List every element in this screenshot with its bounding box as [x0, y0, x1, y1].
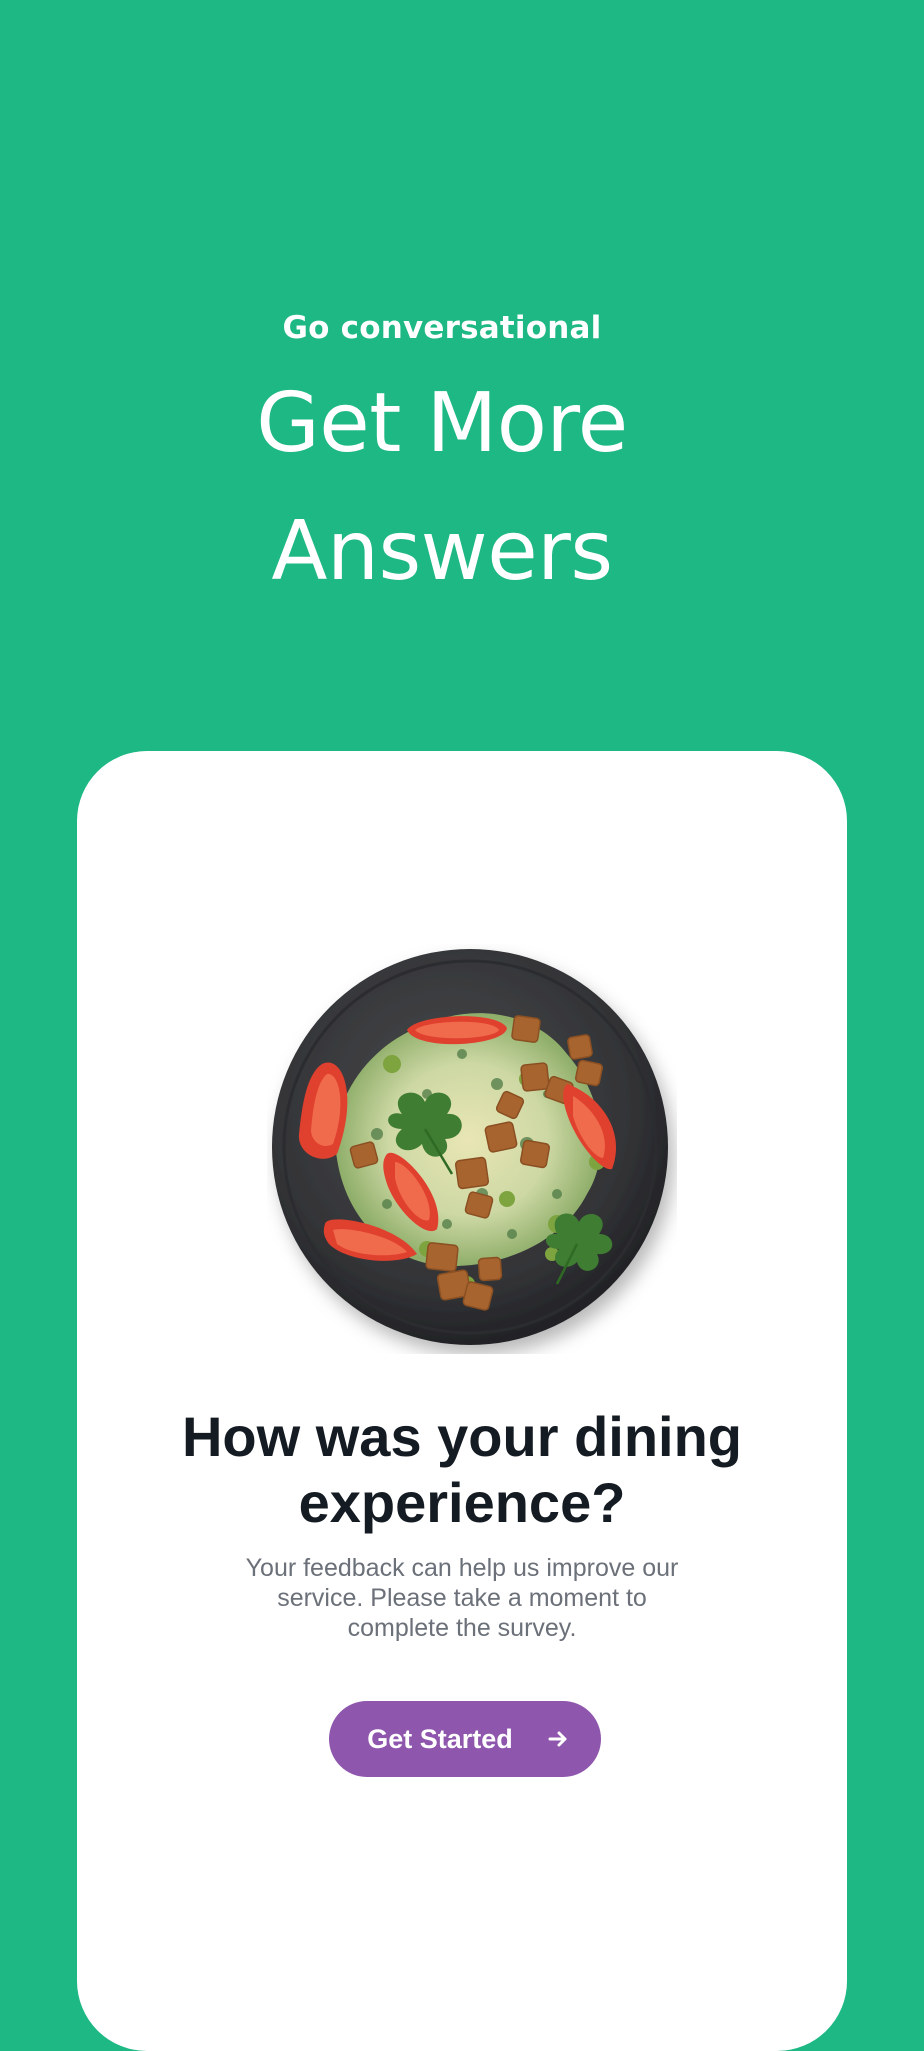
survey-description-line-2: service. Please take a moment to	[277, 1584, 647, 1612]
survey-title: How was your dining experience?	[117, 1404, 807, 1536]
survey-title-line-2: experience?	[298, 1471, 626, 1534]
survey-card: How was your dining experience? Your fee…	[77, 751, 847, 2051]
survey-description-line-3: complete the survey.	[347, 1614, 577, 1642]
arrow-right-icon	[547, 1728, 569, 1750]
survey-title-line-1: How was your dining	[181, 1405, 743, 1468]
get-started-label: Get Started	[367, 1723, 513, 1754]
hero-headline-line-1: Get More	[256, 376, 628, 471]
get-started-button[interactable]: Get Started	[329, 1701, 601, 1777]
salad-plate-image	[267, 944, 677, 1354]
survey-description: Your feedback can help us improve our se…	[217, 1553, 707, 1643]
survey-description-line-1: Your feedback can help us improve our	[245, 1554, 679, 1582]
hero-headline: Get More Answers	[0, 360, 884, 616]
hero-headline-line-2: Answers	[271, 504, 613, 599]
hero-section: Go conversational Get More Answers	[0, 0, 924, 700]
hero-eyebrow: Go conversational	[282, 310, 602, 346]
